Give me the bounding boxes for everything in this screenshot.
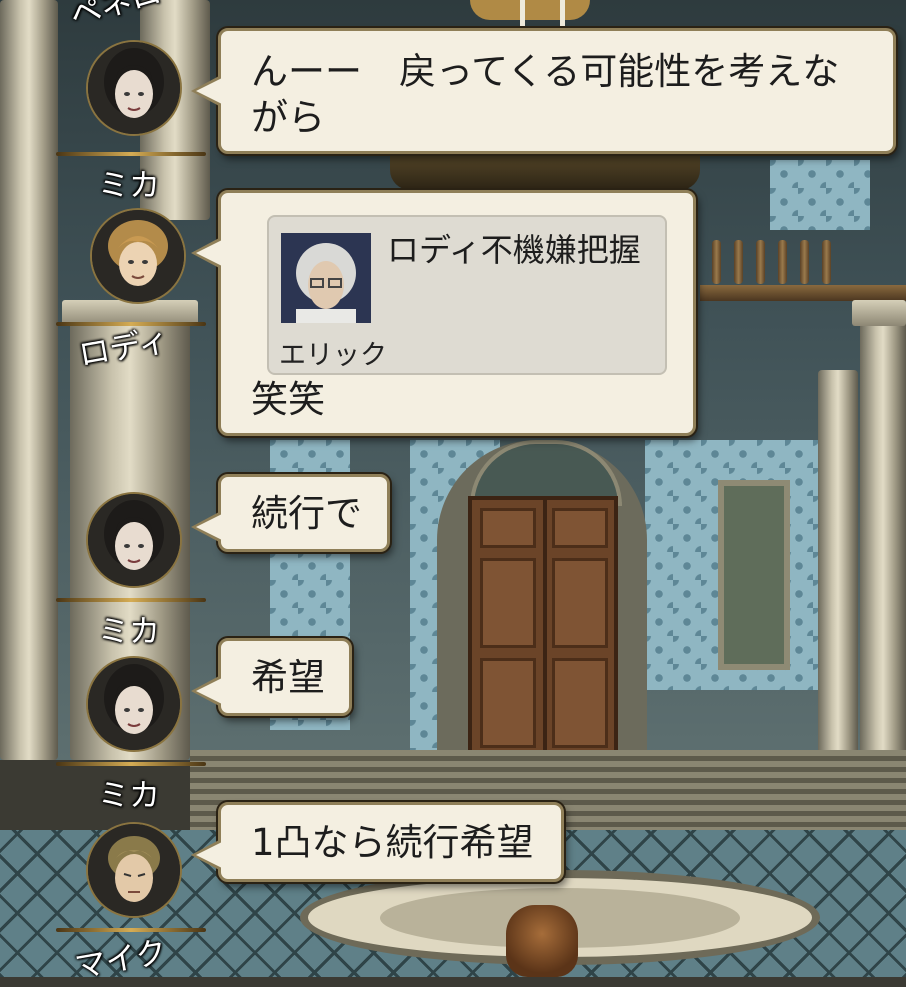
eric-portrait-icon [281, 233, 371, 323]
message-text: 続行で [251, 492, 362, 535]
quoted-message[interactable]: エリック ロディ不機嫌把握 [267, 215, 667, 375]
door-panel [480, 558, 536, 648]
wallpaper-upper-right [770, 160, 870, 230]
chat-bubble[interactable]: 1凸なら続行希望 [191, 802, 564, 882]
message-text: んーー 戻ってくる可能性を考えながら [251, 50, 840, 139]
avatar-eric [281, 233, 371, 323]
wall-window [718, 480, 790, 670]
wolf-crest-icon [506, 905, 578, 977]
message-text: 笑笑 [251, 378, 325, 421]
baluster [800, 240, 809, 284]
door-panel [552, 658, 608, 748]
chat-bubble[interactable]: 続行で [191, 474, 390, 552]
avatar-rody[interactable] [90, 208, 186, 304]
pillar [818, 370, 858, 760]
baluster [712, 240, 721, 284]
chat-bubble[interactable]: 希望 [191, 638, 352, 716]
avatar-mike[interactable] [86, 822, 182, 918]
candle [520, 0, 525, 28]
baluster [778, 240, 787, 284]
rody-portrait-icon [92, 210, 184, 302]
door-panel [552, 558, 608, 648]
name-flourish [56, 762, 206, 766]
door-panel [480, 508, 536, 548]
mike-portrait-icon [88, 824, 180, 916]
mika-portrait-icon [88, 42, 180, 134]
baluster [756, 240, 765, 284]
pillar [0, 0, 58, 760]
name-flourish [56, 152, 206, 156]
baluster [822, 240, 831, 284]
message-text: 希望 [251, 656, 325, 699]
pillar [860, 300, 906, 760]
mika-portrait-icon [88, 658, 180, 750]
speaker-name: ミカ [98, 614, 160, 650]
avatar-mika[interactable] [86, 656, 182, 752]
balcony-ledge [700, 285, 906, 301]
speaker-name: ミカ [98, 778, 160, 814]
candle [560, 0, 565, 28]
door-panel [480, 658, 536, 748]
wooden-door [468, 496, 618, 758]
pillar-capital [852, 300, 906, 326]
door-panel [552, 508, 608, 548]
chat-bubble[interactable]: エリック ロディ不機嫌把握 笑笑 [191, 190, 696, 436]
name-flourish [56, 598, 206, 602]
message-text: 1凸なら続行希望 [251, 821, 534, 864]
avatar-mika[interactable] [86, 40, 182, 136]
chat-bubble[interactable]: んーー 戻ってくる可能性を考えながら [191, 28, 896, 154]
baluster [734, 240, 743, 284]
ceiling-ornament [390, 150, 700, 190]
avatar-mika[interactable] [86, 492, 182, 588]
chandelier [470, 0, 590, 20]
door-split [543, 500, 547, 754]
mika-portrait-icon [88, 494, 180, 586]
speaker-name: ミカ [98, 168, 160, 204]
quoted-text: ロディ不機嫌把握 [387, 231, 641, 269]
quoted-speaker-name: エリック [279, 340, 387, 371]
